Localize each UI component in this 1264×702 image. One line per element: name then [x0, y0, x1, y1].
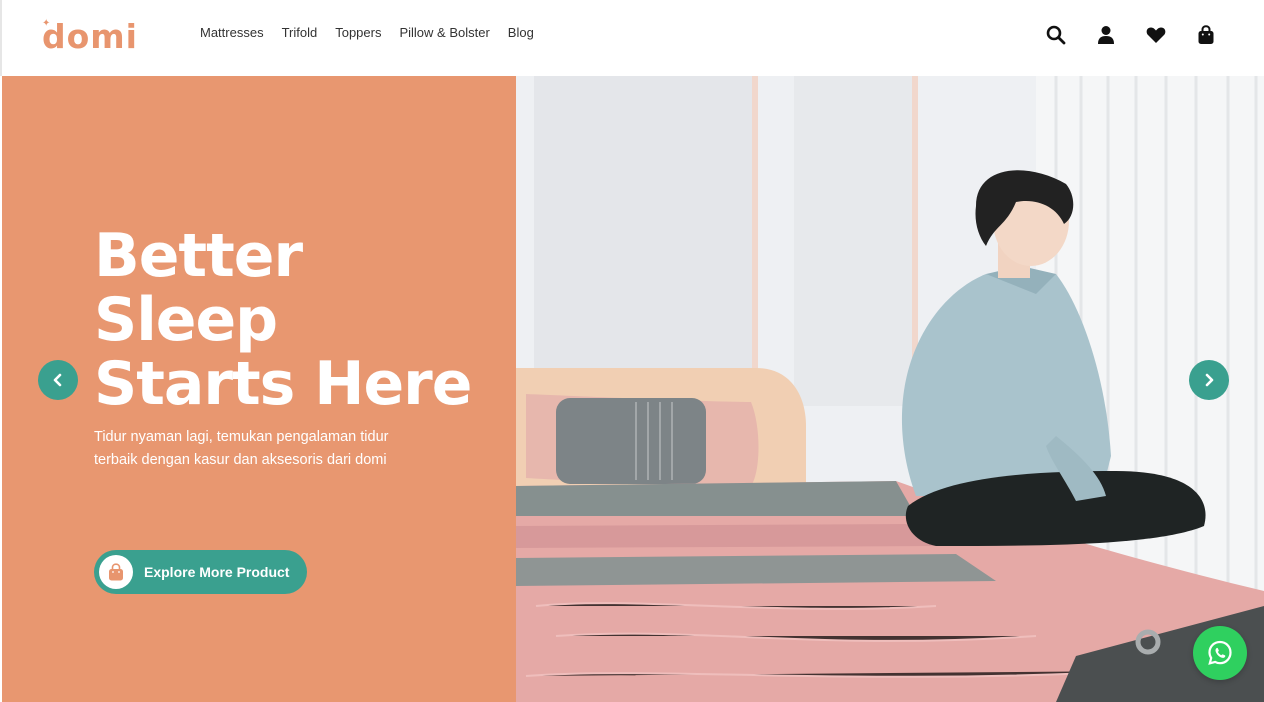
- whatsapp-icon: [1208, 640, 1232, 665]
- headline-line: Starts Here: [94, 349, 472, 419]
- hero-headline: Better Sleep Starts Here: [94, 224, 494, 416]
- chevron-right-icon: [1205, 373, 1214, 387]
- search-icon[interactable]: [1046, 24, 1066, 46]
- nav-item-toppers[interactable]: Toppers: [335, 25, 381, 40]
- hero-subtext: Tidur nyaman lagi, temukan pengalaman ti…: [94, 429, 389, 468]
- headline-line: Better: [94, 221, 303, 291]
- bedroom-photo: [516, 76, 1264, 702]
- sparkle-icon: ✦: [42, 18, 51, 29]
- nav-item-pillow-bolster[interactable]: Pillow & Bolster: [399, 25, 489, 40]
- hero-image: [516, 76, 1264, 702]
- headline-line: Sleep: [94, 285, 278, 355]
- brand-logo[interactable]: ✦ domi: [42, 16, 138, 56]
- nav-item-blog[interactable]: Blog: [508, 25, 534, 40]
- brand-name: domi: [42, 16, 138, 56]
- hero-text-panel: Better Sleep Starts Here Tidur nyaman la…: [2, 76, 516, 702]
- explore-products-button[interactable]: Explore More Product: [94, 550, 307, 594]
- explore-products-label: Explore More Product: [144, 564, 290, 580]
- shopping-bag-icon[interactable]: [1196, 24, 1216, 46]
- whatsapp-chat-button[interactable]: [1193, 626, 1247, 680]
- shopping-bag-icon: [99, 555, 133, 589]
- hero-slider: Better Sleep Starts Here Tidur nyaman la…: [0, 76, 1264, 702]
- header-actions: [1046, 24, 1216, 46]
- site-header: ✦ domi Mattresses Trifold Toppers Pillow…: [0, 0, 1264, 76]
- nav-item-mattresses[interactable]: Mattresses: [200, 25, 264, 40]
- chevron-left-icon: [53, 373, 62, 387]
- slider-next-button[interactable]: [1189, 360, 1229, 400]
- heart-icon[interactable]: [1146, 24, 1166, 46]
- nav-item-trifold[interactable]: Trifold: [282, 25, 318, 40]
- main-nav: Mattresses Trifold Toppers Pillow & Bols…: [200, 25, 534, 40]
- slider-prev-button[interactable]: [38, 360, 78, 400]
- user-icon[interactable]: [1096, 24, 1116, 46]
